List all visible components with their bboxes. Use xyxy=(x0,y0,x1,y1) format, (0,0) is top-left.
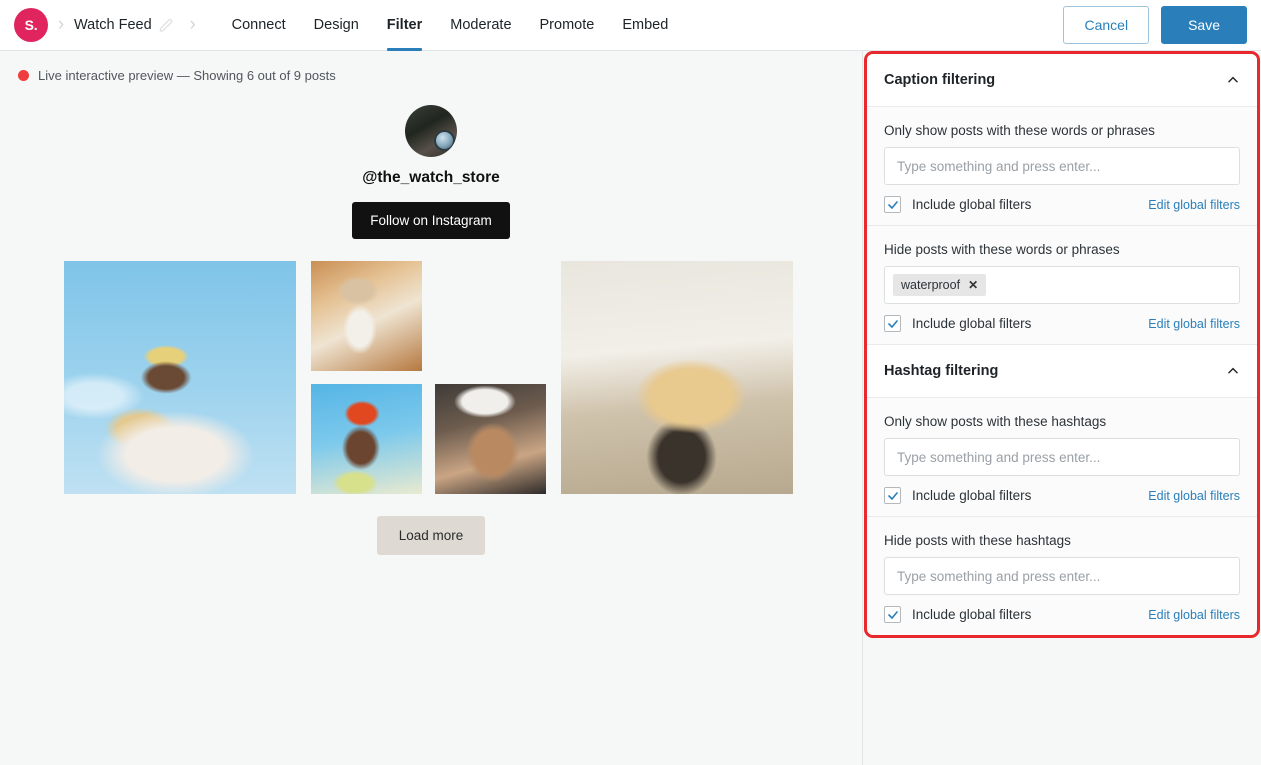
photo-tile-1[interactable] xyxy=(63,261,296,494)
hashtag-exclude-global-checkbox[interactable] xyxy=(884,606,901,623)
photo-column-right xyxy=(560,261,793,494)
chevron-up-icon-2[interactable] xyxy=(1226,364,1240,378)
load-more-button[interactable]: Load more xyxy=(376,516,486,555)
live-preview-status: Live interactive preview — Showing 6 out… xyxy=(0,51,862,83)
pencil-icon[interactable] xyxy=(154,18,180,33)
cancel-button[interactable]: Cancel xyxy=(1063,6,1150,44)
tab-promote[interactable]: Promote xyxy=(526,0,609,51)
hashtag-exclude-input[interactable] xyxy=(884,557,1240,595)
feed-preview-pane: Live interactive preview — Showing 6 out… xyxy=(0,51,863,765)
caption-include-global-label: Include global filters xyxy=(912,197,1032,212)
section-header-caption-filtering[interactable]: Caption filtering xyxy=(867,54,1257,107)
field-label-caption-exclude: Hide posts with these words or phrases xyxy=(884,242,1120,257)
field-hashtag-include: Only show posts with these hashtags xyxy=(867,398,1257,476)
caption-include-global-checkbox[interactable] xyxy=(884,196,901,213)
filter-settings-card: Caption filtering Only show posts with t… xyxy=(864,51,1260,638)
photo-tile-4[interactable] xyxy=(310,384,422,494)
edit-global-filters-link-1[interactable]: Edit global filters xyxy=(1148,198,1240,212)
field-label-hashtag-include: Only show posts with these hashtags xyxy=(884,414,1107,429)
breadcrumb-chevron-icon-2: › xyxy=(189,14,196,35)
field-label-caption-include: Only show posts with these words or phra… xyxy=(884,123,1155,138)
caption-exclude-tag-input[interactable]: waterproof ✕ xyxy=(884,266,1240,304)
tab-design[interactable]: Design xyxy=(300,0,373,51)
settings-sidebar: Caption filtering Only show posts with t… xyxy=(863,51,1261,765)
photo-tile-3[interactable] xyxy=(435,261,546,371)
field-caption-exclude: Hide posts with these words or phrases w… xyxy=(867,226,1257,304)
hashtag-include-global-label: Include global filters xyxy=(912,488,1032,503)
edit-global-filters-link-2[interactable]: Edit global filters xyxy=(1148,317,1240,331)
photo-column-left xyxy=(63,261,296,494)
avatar xyxy=(405,105,457,157)
field-label-hashtag-exclude: Hide posts with these hashtags xyxy=(884,533,1071,548)
primary-nav-tabs: Connect Design Filter Moderate Promote E… xyxy=(218,0,683,51)
caption-exclude-global-row: Include global filters Edit global filte… xyxy=(867,304,1257,345)
field-hashtag-exclude: Hide posts with these hashtags xyxy=(867,517,1257,595)
follow-on-instagram-button[interactable]: Follow on Instagram xyxy=(352,202,510,239)
caption-include-input[interactable] xyxy=(884,147,1240,185)
hashtag-exclude-global-row: Include global filters Edit global filte… xyxy=(867,595,1257,635)
hashtag-include-global-checkbox[interactable] xyxy=(884,487,901,504)
hashtag-include-input[interactable] xyxy=(884,438,1240,476)
brand-logo-icon[interactable]: S. xyxy=(14,8,48,42)
tag-chip-label: waterproof xyxy=(901,278,961,292)
tab-filter[interactable]: Filter xyxy=(373,0,436,51)
top-bar: S. › Watch Feed › Connect Design Filter … xyxy=(0,0,1261,51)
tag-remove-icon[interactable]: ✕ xyxy=(968,278,978,292)
section-title-caption-filtering: Caption filtering xyxy=(884,72,996,88)
tag-chip-waterproof: waterproof ✕ xyxy=(893,274,987,296)
photo-tile-5[interactable] xyxy=(434,384,546,494)
chevron-up-icon[interactable] xyxy=(1226,73,1240,87)
save-button[interactable]: Save xyxy=(1161,6,1247,44)
caption-exclude-global-checkbox[interactable] xyxy=(884,315,901,332)
hashtag-include-global-row: Include global filters Edit global filte… xyxy=(867,476,1257,517)
live-preview-status-text: Live interactive preview — Showing 6 out… xyxy=(38,68,336,83)
caption-exclude-global-label: Include global filters xyxy=(912,316,1032,331)
load-more-container: Load more xyxy=(0,516,862,555)
section-header-hashtag-filtering[interactable]: Hashtag filtering xyxy=(867,345,1257,398)
tab-moderate[interactable]: Moderate xyxy=(436,0,525,51)
breadcrumb-chevron-icon: › xyxy=(57,14,65,35)
live-indicator-icon xyxy=(18,70,29,81)
section-title-hashtag-filtering: Hashtag filtering xyxy=(884,363,999,379)
account-handle: @the_watch_store xyxy=(362,169,500,186)
photo-tile-6[interactable] xyxy=(560,261,793,494)
feed-name-label: Watch Feed xyxy=(74,17,152,33)
edit-global-filters-link-3[interactable]: Edit global filters xyxy=(1148,489,1240,503)
photo-column-center xyxy=(310,261,546,494)
topbar-actions: Cancel Save xyxy=(1063,6,1247,44)
profile-header: @the_watch_store Follow on Instagram xyxy=(0,105,862,239)
field-caption-include: Only show posts with these words or phra… xyxy=(867,107,1257,185)
caption-include-global-row: Include global filters Edit global filte… xyxy=(867,185,1257,226)
photo-tile-2[interactable] xyxy=(310,261,422,371)
hashtag-exclude-global-label: Include global filters xyxy=(912,607,1032,622)
edit-global-filters-link-4[interactable]: Edit global filters xyxy=(1148,608,1240,622)
photo-grid xyxy=(63,261,799,494)
tab-connect[interactable]: Connect xyxy=(218,0,300,51)
tab-embed[interactable]: Embed xyxy=(608,0,682,51)
